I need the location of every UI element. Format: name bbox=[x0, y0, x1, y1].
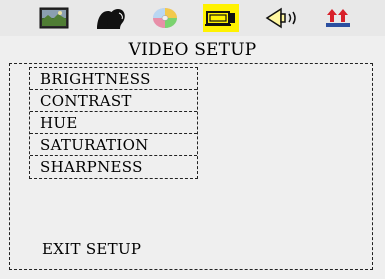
tab-preference[interactable] bbox=[322, 4, 354, 32]
colorful-disc-icon bbox=[153, 8, 177, 28]
tab-disc[interactable] bbox=[150, 4, 180, 32]
tab-video[interactable] bbox=[203, 4, 239, 32]
video-settings-menu: BRIGHTNESS CONTRAST HUE SATURATION SHARP… bbox=[29, 67, 198, 179]
people-arrow-preference-icon bbox=[326, 9, 350, 27]
tab-language[interactable] bbox=[92, 4, 128, 32]
menu-item-sharpness[interactable]: SHARPNESS bbox=[30, 156, 197, 178]
page-title: VIDEO SETUP bbox=[128, 40, 257, 60]
menu-item-contrast[interactable]: CONTRAST bbox=[30, 90, 197, 112]
setup-tab-bar bbox=[0, 0, 385, 36]
speaker-audio-icon bbox=[265, 7, 296, 29]
video-projector-icon bbox=[205, 11, 235, 26]
exit-setup-button[interactable]: EXIT SETUP bbox=[42, 240, 141, 258]
menu-item-saturation[interactable]: SATURATION bbox=[30, 134, 197, 156]
menu-item-brightness[interactable]: BRIGHTNESS bbox=[30, 68, 197, 90]
landscape-picture-icon bbox=[39, 7, 69, 29]
tab-general[interactable] bbox=[38, 4, 70, 32]
tab-audio[interactable] bbox=[264, 4, 300, 32]
faces-language-icon bbox=[97, 9, 125, 29]
menu-item-hue[interactable]: HUE bbox=[30, 112, 197, 134]
